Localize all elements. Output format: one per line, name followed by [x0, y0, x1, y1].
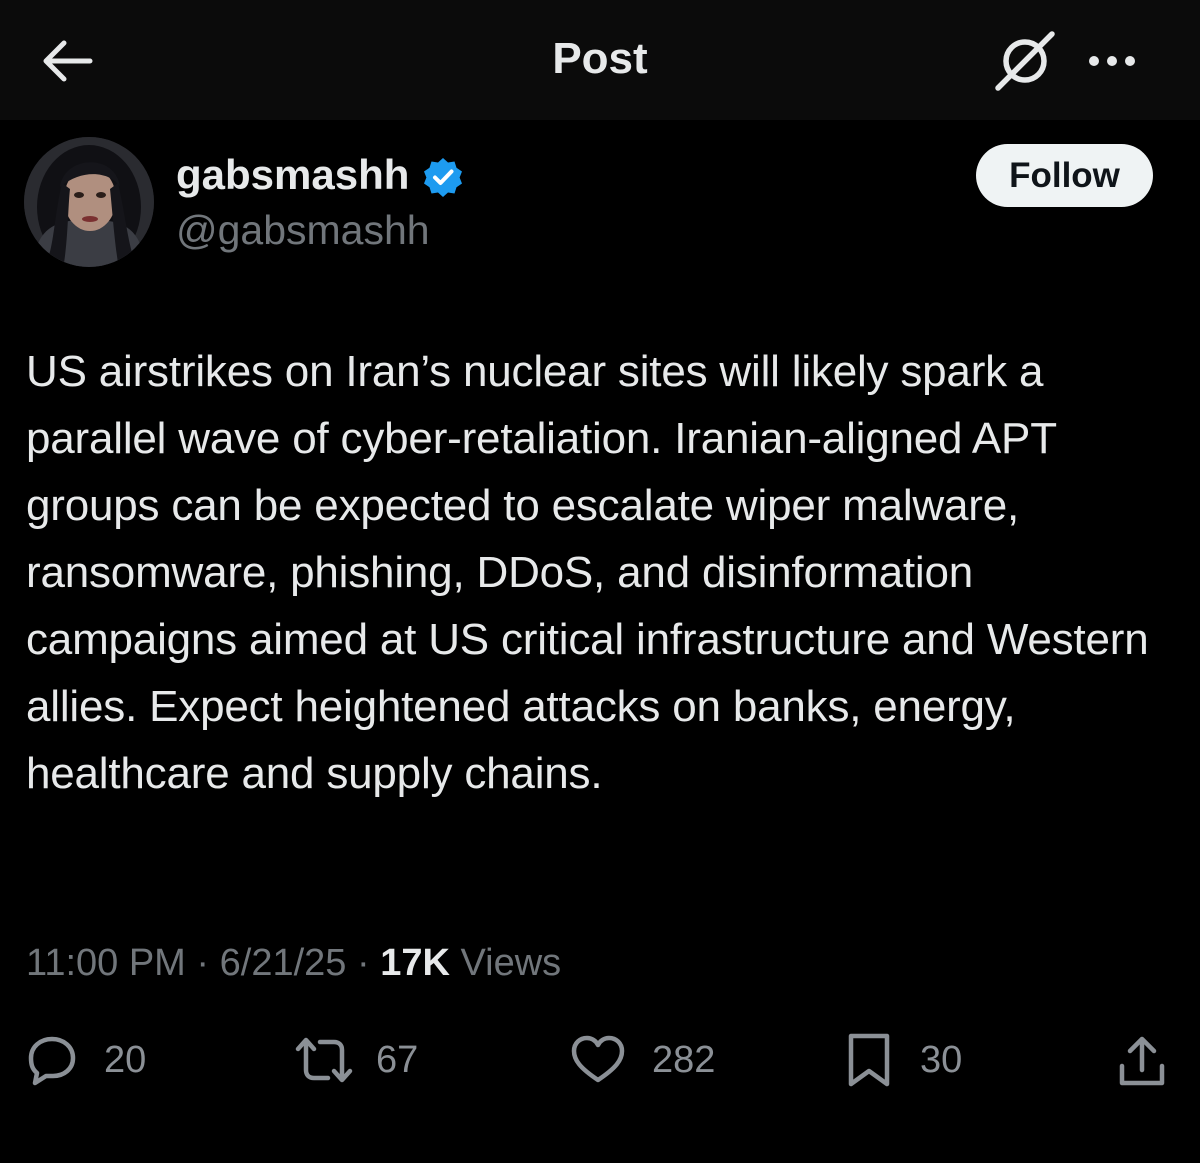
heart-icon [571, 1035, 625, 1083]
reply-button[interactable]: 20 [26, 1030, 146, 1090]
meta-separator: · [356, 942, 370, 984]
bookmark-count: 30 [920, 1038, 963, 1081]
repost-count: 67 [376, 1038, 419, 1081]
grok-icon [995, 31, 1055, 91]
post-time: 11:00 PM [26, 942, 186, 984]
like-count: 282 [652, 1038, 716, 1081]
meta-separator: · [196, 942, 210, 984]
bookmark-icon [848, 1033, 890, 1087]
bookmark-button[interactable]: 30 [844, 1030, 962, 1090]
more-horizontal-icon [1089, 56, 1135, 66]
views-label[interactable]: Views [460, 942, 561, 984]
top-bar: Post [0, 0, 1200, 120]
like-button[interactable]: 282 [570, 1030, 715, 1090]
post-date: 6/21/25 [219, 942, 347, 984]
views-count[interactable]: 17K [380, 942, 450, 984]
post-metadata: 11:00 PM · 6/21/25 · 17K Views [26, 942, 561, 985]
follow-button[interactable]: Follow [976, 144, 1153, 207]
more-options-button[interactable] [1082, 44, 1146, 78]
reply-count: 20 [104, 1038, 147, 1081]
reply-icon [28, 1036, 76, 1086]
share-icon [1119, 1036, 1165, 1086]
author-display-name[interactable]: gabsmashh [176, 151, 409, 199]
post-text: US airstrikes on Iran’s nuclear sites wi… [26, 347, 1149, 798]
profile-photo [24, 137, 154, 267]
share-button[interactable] [1114, 1034, 1170, 1090]
author-handle[interactable]: @gabsmashh [176, 207, 430, 254]
avatar[interactable] [24, 137, 154, 267]
repost-icon [295, 1037, 353, 1083]
repost-button[interactable]: 67 [294, 1030, 418, 1090]
grok-button[interactable] [994, 30, 1056, 92]
verified-badge-icon [422, 156, 464, 198]
